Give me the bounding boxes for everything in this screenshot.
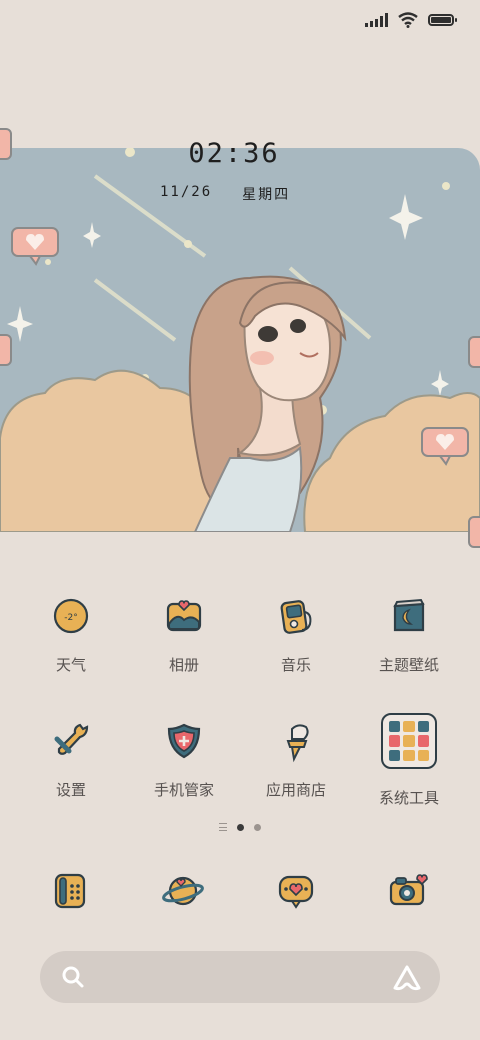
page-list-icon[interactable] bbox=[219, 823, 227, 831]
app-store-icon bbox=[286, 724, 309, 763]
edge-sticker bbox=[0, 334, 12, 366]
app-music[interactable]: 音乐 bbox=[246, 594, 346, 675]
edge-sticker bbox=[0, 128, 12, 160]
app-label: 音乐 bbox=[280, 656, 311, 674]
app-settings[interactable]: 设置 bbox=[21, 719, 121, 800]
app-themes[interactable]: 主题壁纸 bbox=[359, 594, 459, 675]
app-label: 手机管家 bbox=[153, 781, 214, 799]
app-label: 天气 bbox=[55, 656, 86, 674]
themes-icon bbox=[393, 598, 425, 632]
cellular-signal-icon bbox=[365, 13, 388, 27]
app-label: 应用商店 bbox=[265, 781, 326, 799]
app-security[interactable]: 手机管家 bbox=[134, 719, 234, 800]
app-label: 系统工具 bbox=[378, 789, 439, 807]
app-gallery[interactable]: 相册 bbox=[134, 594, 234, 675]
weather-icon: -2° bbox=[53, 598, 89, 634]
camera-icon[interactable] bbox=[386, 868, 430, 912]
app-label: 主题壁纸 bbox=[378, 656, 439, 674]
status-bar bbox=[365, 10, 457, 30]
clock-date-row[interactable]: 11/26 星期四 bbox=[160, 184, 290, 204]
search-bar[interactable] bbox=[40, 951, 440, 1003]
edge-sticker bbox=[468, 336, 480, 368]
page-indicator[interactable] bbox=[0, 823, 480, 831]
music-icon bbox=[280, 600, 312, 634]
security-icon bbox=[167, 723, 201, 759]
clock-date: 11/26 bbox=[160, 184, 213, 200]
app-label: 设置 bbox=[55, 781, 86, 799]
app-label: 相册 bbox=[168, 656, 199, 674]
phone-icon[interactable] bbox=[48, 868, 92, 912]
clock-weekday: 星期四 bbox=[242, 187, 291, 203]
tools-folder-icon bbox=[381, 713, 437, 769]
wallpaper-illustration bbox=[0, 148, 480, 532]
wifi-icon bbox=[398, 12, 418, 28]
page-dot-active[interactable] bbox=[237, 823, 244, 831]
page-dot[interactable] bbox=[254, 823, 261, 831]
assistant-icon[interactable] bbox=[392, 963, 422, 993]
search-icon[interactable] bbox=[60, 964, 86, 990]
weather-temp: -2° bbox=[64, 613, 77, 623]
battery-icon bbox=[428, 14, 457, 26]
gallery-icon bbox=[166, 600, 202, 632]
clock-time[interactable]: 02:36 bbox=[0, 138, 468, 169]
app-weather[interactable]: -2° 天气 bbox=[21, 594, 121, 675]
settings-icon bbox=[54, 723, 89, 755]
app-store[interactable]: 应用商店 bbox=[246, 719, 346, 800]
edge-sticker bbox=[468, 516, 480, 548]
messages-icon[interactable] bbox=[274, 868, 318, 912]
app-tools-folder[interactable]: 系统工具 bbox=[359, 713, 459, 808]
browser-icon[interactable] bbox=[161, 868, 205, 912]
